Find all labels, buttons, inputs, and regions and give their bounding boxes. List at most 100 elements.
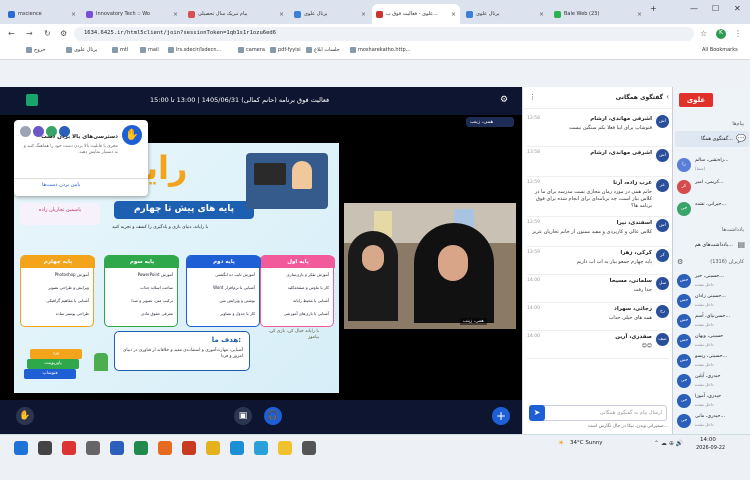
clock-time[interactable]: 14:00 xyxy=(700,437,716,443)
tab-close-icon[interactable]: × xyxy=(361,11,366,18)
bookmark-icon xyxy=(26,47,32,53)
bookmark-item[interactable]: جلسات ابلاغ xyxy=(306,47,340,53)
user-list-item[interactable]: حس حسن‌نیای، آسم... داخل نشده xyxy=(675,313,749,331)
tab[interactable]: علوی - فعالیت فوق ب... × xyxy=(372,4,460,24)
raise-hand-button[interactable]: ✋ xyxy=(16,407,34,425)
bookmark-item[interactable]: lrs.sdecir/lsdecn... xyxy=(168,47,221,53)
chat-avatar: عر xyxy=(656,179,669,192)
clock-date[interactable]: 2026-09-22 xyxy=(696,445,725,451)
chat-input[interactable]: ارسال پیام به گفتگوی همگانی xyxy=(529,405,667,421)
audio-button[interactable]: 🎧 xyxy=(264,407,282,425)
tab[interactable]: Innovatory Tech :: Wo × xyxy=(82,4,182,24)
messages-section-title: پیام‌ها xyxy=(732,121,744,127)
user-name: حسینی، ویهان xyxy=(695,334,724,339)
tray-icons[interactable]: ⌃ ☁ ⊕ 🔊 xyxy=(654,440,683,447)
notes-nav-item[interactable]: یادداشت‌های هم... ▤ xyxy=(675,237,749,253)
new-tab-button[interactable]: + xyxy=(650,4,657,13)
user-list-item[interactable]: حس حسینی رادان... داخل نشده xyxy=(675,293,749,311)
grade-card: پایه سوم آموزش PowerPoint ساخت اسلاید جذاب… xyxy=(104,255,179,327)
send-button[interactable]: ➤ xyxy=(529,405,545,421)
search-icon[interactable] xyxy=(38,441,52,455)
chat-time: 13:59 xyxy=(527,180,540,185)
tab-close-icon[interactable]: × xyxy=(279,11,284,18)
tab[interactable]: پرتال علوی × xyxy=(290,4,370,24)
file-explorer-icon[interactable] xyxy=(278,441,292,455)
bookmark-item[interactable]: mosharekatho.http... xyxy=(350,47,410,53)
grade-card: پایه اول آموزش تفکر و بازی‌سازی کار با ماو… xyxy=(260,255,335,327)
bookmark-item[interactable]: mtl xyxy=(112,47,128,53)
user-list-item[interactable]: را راه‌تشی، سالم... (شما) xyxy=(675,157,749,175)
tab[interactable]: پیام تبریک سال تحصیلی × xyxy=(184,4,288,24)
windows-start-icon[interactable] xyxy=(14,441,28,455)
bookmark-item[interactable]: خروج xyxy=(26,47,46,53)
chat-nav-item[interactable]: گفتگوی همگا... 💬 xyxy=(675,131,749,147)
chat-message: عر عرب زاده، آرنا 13:59 خانم همی در مورد رم… xyxy=(527,179,669,217)
word-app-icon[interactable] xyxy=(110,441,124,455)
user-list-item[interactable]: جی جیرانی، تشنه... xyxy=(675,201,749,219)
excel-app-icon[interactable] xyxy=(134,441,148,455)
tab[interactable]: پرتال علوی × xyxy=(462,4,548,24)
bookmark-icon xyxy=(168,47,174,53)
forward-icon[interactable]: → xyxy=(26,29,33,38)
notes-icon: ▤ xyxy=(737,240,745,249)
grade-item: آموزش تایپ ده انگشتی xyxy=(215,272,255,277)
chevron-icon[interactable]: ‹ xyxy=(666,93,669,101)
tab-close-icon[interactable]: × xyxy=(451,11,456,18)
chrome-icon[interactable] xyxy=(206,441,220,455)
bookmarks-bar: خروج پرتال علوی mtl mail lrs.sdecir/lsdecn..… xyxy=(0,44,750,60)
close-window-icon[interactable]: ✕ xyxy=(734,4,741,13)
lower-hands-button[interactable]: پایین بردن دست‌ها xyxy=(42,182,80,188)
raise-hand-popup: ✋ دسترسی‌های بالا بردن دست مجری با قابلی… xyxy=(14,120,148,196)
weather-text: 34°C Sunny xyxy=(570,440,603,446)
bookmark-label: خروج xyxy=(34,47,46,53)
bookmark-item[interactable]: camera xyxy=(238,47,265,53)
chat-options-icon[interactable]: ⋮ xyxy=(529,93,536,101)
site-info-icon[interactable]: ⚙ xyxy=(60,29,67,38)
leave-options-icon[interactable]: ⚙ xyxy=(500,95,508,105)
url-field[interactable]: 1634.6425.ir/html5client/join?sessionTok… xyxy=(74,27,694,41)
bookmark-label: mtl xyxy=(120,47,129,53)
user-list-item[interactable]: کر کریمی، امیر... xyxy=(675,179,749,197)
menu-icon[interactable]: ⋮ xyxy=(734,29,742,38)
user-list-item[interactable]: حس حسینی، خیر... داخل نشده xyxy=(675,273,749,291)
slide-badge: با رایانه خیال کن، بازی کن، بیاموز xyxy=(268,329,319,340)
user-list-item[interactable]: حس حسینی، ویهان داخل نشده xyxy=(675,333,749,351)
user-list-item[interactable]: حی حیدری، آیلین داخل نشده xyxy=(675,373,749,391)
actions-plus-button[interactable]: + xyxy=(492,407,510,425)
users-settings-icon[interactable]: ⚙ xyxy=(677,258,683,266)
user-list-item[interactable]: حس حسینی، ریسو... داخل نشده xyxy=(675,353,749,371)
maximize-icon[interactable]: ☐ xyxy=(712,4,719,13)
tab[interactable]: mscience × xyxy=(4,4,80,24)
bookmark-icon xyxy=(66,47,72,53)
all-bookmarks-link[interactable]: All Bookmarks xyxy=(702,47,738,53)
bookmark-item[interactable]: mail xyxy=(140,47,159,53)
edge-icon[interactable] xyxy=(230,441,244,455)
task-view-icon[interactable] xyxy=(86,441,100,455)
plant-icon xyxy=(94,353,108,371)
bookmark-icon xyxy=(238,47,244,53)
star-icon[interactable]: ☆ xyxy=(700,29,707,38)
profile-avatar[interactable]: K xyxy=(716,29,726,39)
store-icon[interactable] xyxy=(302,441,316,455)
user-status: داخل نشده xyxy=(695,322,714,327)
back-icon[interactable]: ← xyxy=(8,29,15,38)
tab[interactable]: Bale Web (23) × xyxy=(550,4,646,24)
reload-icon[interactable]: ↻ xyxy=(44,29,51,38)
bookmark-label: lrs.sdecir/lsdecn... xyxy=(176,47,222,53)
firefox-icon[interactable] xyxy=(158,441,172,455)
public-chat-panel: گفتگوی همگانی ‹ ⋮ اش اشرفی مهاندی، ارشام 1… xyxy=(522,87,673,434)
tab-close-icon[interactable]: × xyxy=(539,11,544,18)
user-list-item[interactable]: حی حیدری، آموزا داخل نشده xyxy=(675,393,749,411)
tab-close-icon[interactable]: × xyxy=(173,11,178,18)
tab-close-icon[interactable]: × xyxy=(71,11,76,18)
minimize-icon[interactable]: — xyxy=(690,4,698,13)
tab-close-icon[interactable]: × xyxy=(637,11,642,18)
bookmark-item[interactable]: pdf-fyyisi xyxy=(270,47,301,53)
user-list-item[interactable]: حی حیدری، مانی... داخل نشده xyxy=(675,413,749,431)
chat-author: اسفندی، نیرا xyxy=(616,220,652,226)
bookmark-item[interactable]: پرتال علوی xyxy=(66,47,97,53)
pdf-app-icon[interactable] xyxy=(62,441,76,455)
telegram-icon[interactable] xyxy=(254,441,268,455)
powerpoint-icon[interactable] xyxy=(182,441,196,455)
screen-share-button[interactable]: ▣ xyxy=(234,407,252,425)
